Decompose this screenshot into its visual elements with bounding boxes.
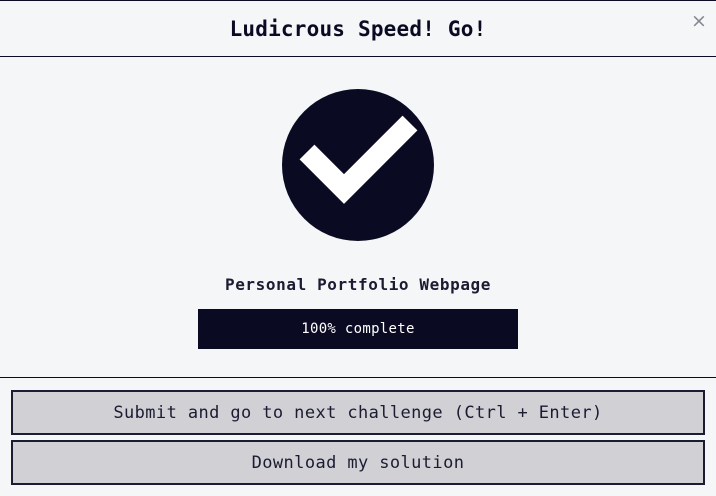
close-icon[interactable]: × bbox=[691, 11, 707, 31]
download-solution-button[interactable]: Download my solution bbox=[11, 440, 705, 485]
project-name: Personal Portfolio Webpage bbox=[224, 275, 492, 294]
modal-footer: Submit and go to next challenge (Ctrl + … bbox=[0, 378, 716, 485]
progress-label: 100% complete bbox=[301, 321, 415, 337]
modal-header: Ludicrous Speed! Go! × bbox=[0, 1, 716, 57]
submit-next-challenge-button[interactable]: Submit and go to next challenge (Ctrl + … bbox=[11, 390, 705, 435]
checkmark-circle-icon bbox=[282, 89, 434, 241]
progress-bar: 100% complete bbox=[198, 309, 518, 349]
modal-body: Personal Portfolio Webpage 100% complete bbox=[0, 57, 716, 378]
modal-title: Ludicrous Speed! Go! bbox=[229, 16, 487, 41]
completion-modal: Ludicrous Speed! Go! × Personal Portfoli… bbox=[0, 0, 716, 496]
